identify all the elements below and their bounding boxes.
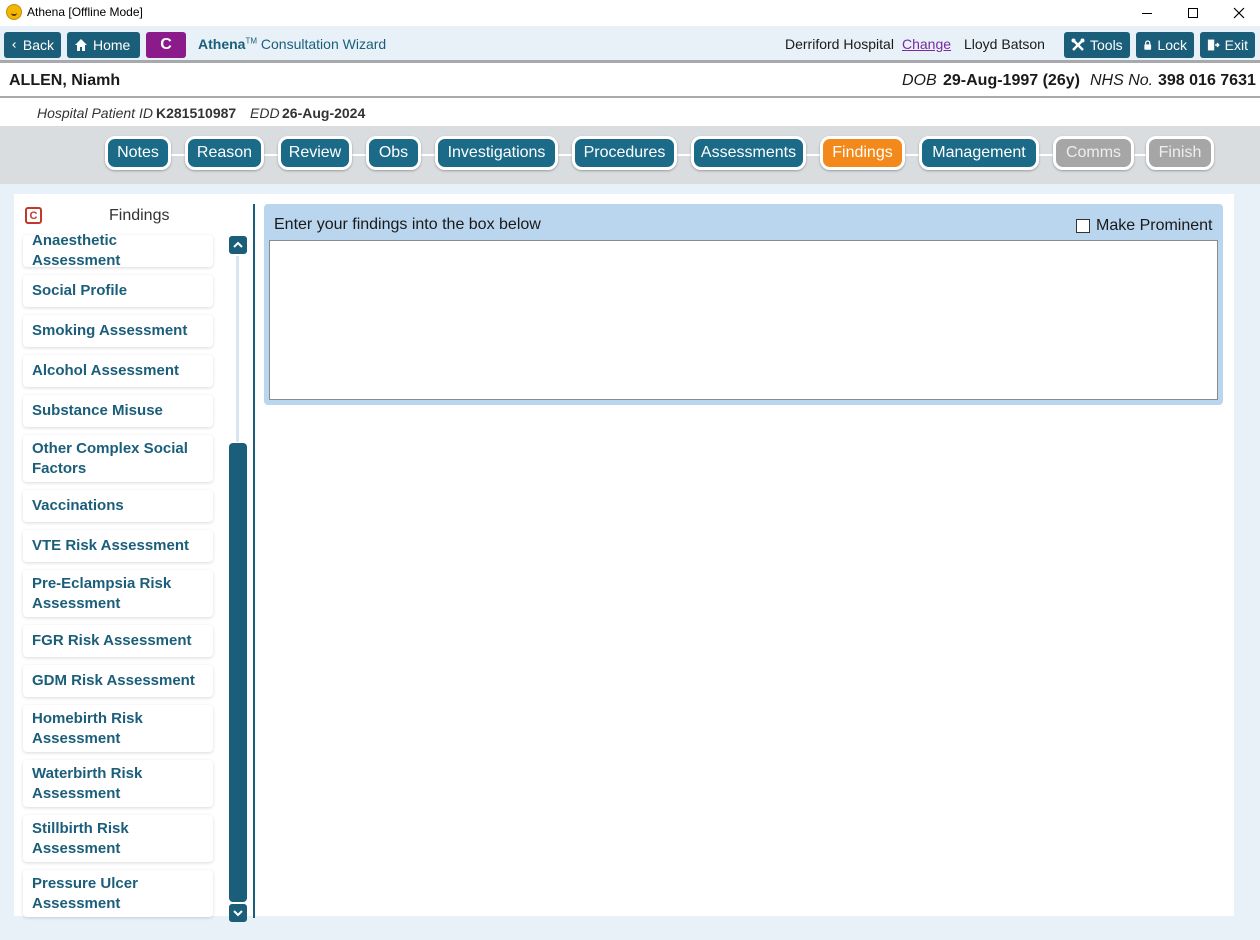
app-subtitle: Consultation Wizard — [260, 36, 387, 52]
lock-label: Lock — [1157, 37, 1187, 53]
maximize-button[interactable] — [1170, 0, 1216, 26]
sidebar-divider — [253, 204, 255, 918]
sidebar-item-vte-risk-assessment[interactable]: VTE Risk Assessment — [23, 530, 213, 562]
make-prominent-checkbox[interactable] — [1076, 219, 1090, 233]
nhs-label: NHS No. — [1090, 72, 1154, 89]
tools-label: Tools — [1090, 37, 1123, 53]
make-prominent-toggle[interactable]: Make Prominent — [1076, 216, 1213, 236]
hospital-id-value: K281510987 — [156, 105, 237, 121]
sidebar-title: Findings — [109, 207, 170, 224]
step-investigations[interactable]: Investigations — [435, 136, 558, 170]
c-label: C — [160, 36, 172, 53]
sidebar-item-pressure-ulcer-assessment[interactable]: Pressure Ulcer Assessment — [23, 870, 213, 917]
sidebar-item-vaccinations[interactable]: Vaccinations — [23, 490, 213, 522]
sidebar-header: C Findings — [25, 206, 205, 226]
app-title: AthenaTM Consultation Wizard — [198, 36, 386, 52]
patient-ids-row: Hospital Patient ID K281510987 EDD 26-Au… — [0, 100, 1260, 126]
sidebar-item-fgr-risk-assessment[interactable]: FGR Risk Assessment — [23, 625, 213, 657]
dob-label: DOB — [902, 72, 937, 89]
step-review[interactable]: Review — [278, 136, 352, 170]
make-prominent-label: Make Prominent — [1096, 217, 1213, 234]
sidebar-item-pre-eclampsia-risk-assessment[interactable]: Pre-Eclampsia Risk Assessment — [23, 570, 213, 617]
app-brand: Athena — [198, 36, 246, 52]
step-obs[interactable]: Obs — [366, 136, 421, 170]
findings-prompt: Enter your findings into the box below — [274, 216, 541, 233]
home-label: Home — [93, 37, 131, 53]
edd-label: EDD — [250, 105, 280, 121]
c-button[interactable]: C — [146, 32, 186, 58]
tools-button[interactable]: Tools — [1064, 32, 1130, 58]
findings-textarea[interactable] — [269, 240, 1218, 400]
top-toolbar: Back Home C AthenaTM Consultation Wizard… — [0, 26, 1260, 63]
hospital-name: Derriford Hospital — [785, 36, 894, 52]
sidebar-item-other-complex-social-factors[interactable]: Other Complex Social Factors — [23, 435, 213, 482]
chevron-down-icon — [233, 910, 243, 917]
step-notes[interactable]: Notes — [105, 136, 171, 170]
window-title: Athena [Offline Mode] — [27, 5, 143, 19]
back-label: Back — [22, 37, 54, 53]
edd-value: 26-Aug-2024 — [282, 105, 366, 121]
sidebar-scroll-thumb[interactable] — [229, 443, 247, 902]
sidebar-item-anaesthetic-assessment[interactable]: Anaesthetic Assessment — [23, 232, 213, 269]
scroll-up-button[interactable] — [229, 236, 247, 254]
step-finish: Finish — [1146, 136, 1214, 170]
exit-icon — [1207, 39, 1220, 51]
patient-name: ALLEN, Niamh — [9, 72, 121, 89]
step-procedures[interactable]: Procedures — [572, 136, 677, 170]
dob-value: 29-Aug-1997 (26y) — [943, 72, 1080, 89]
step-comms: Comms — [1053, 136, 1134, 170]
sidebar-item-gdm-risk-assessment[interactable]: GDM Risk Assessment — [23, 665, 213, 697]
step-assessments[interactable]: Assessments — [691, 136, 806, 170]
lock-button[interactable]: Lock — [1136, 32, 1194, 58]
sidebar-scroll-track[interactable] — [236, 256, 239, 442]
sidebar-item-homebirth-risk-assessment[interactable]: Homebirth Risk Assessment — [23, 705, 213, 752]
wizard-steps: Notes Reason Review Obs Investigations P… — [0, 126, 1260, 184]
home-button[interactable]: Home — [67, 32, 140, 58]
chevron-up-icon — [233, 241, 243, 248]
change-hospital-link[interactable]: Change — [902, 36, 951, 52]
sidebar-item-waterbirth-risk-assessment[interactable]: Waterbirth Risk Assessment — [23, 760, 213, 807]
step-findings[interactable]: Findings — [820, 136, 905, 170]
close-icon — [1233, 7, 1245, 19]
sidebar-item-social-profile[interactable]: Social Profile — [23, 275, 213, 307]
window-title-bar: Athena [Offline Mode] — [0, 0, 1260, 26]
clinical-c-icon[interactable]: C — [25, 207, 42, 224]
trademark-mark: TM — [245, 36, 258, 46]
step-reason[interactable]: Reason — [185, 136, 264, 170]
exit-button[interactable]: Exit — [1200, 32, 1255, 58]
close-button[interactable] — [1216, 0, 1260, 26]
athena-logo-icon — [6, 4, 22, 20]
patient-banner: ALLEN, Niamh DOB 29-Aug-1997 (26y) NHS N… — [0, 66, 1260, 98]
tools-icon — [1071, 38, 1085, 51]
sidebar-item-substance-misuse[interactable]: Substance Misuse — [23, 395, 213, 427]
hospital-id-label: Hospital Patient ID — [37, 105, 153, 121]
minimize-icon — [1142, 12, 1152, 14]
sidebar-item-alcohol-assessment[interactable]: Alcohol Assessment — [23, 355, 213, 387]
maximize-icon — [1188, 8, 1198, 18]
exit-label: Exit — [1224, 37, 1248, 53]
scroll-down-button[interactable] — [229, 904, 247, 922]
step-management[interactable]: Management — [919, 136, 1039, 170]
lock-icon — [1144, 40, 1152, 50]
minimize-button[interactable] — [1124, 0, 1170, 26]
sidebar-item-stillbirth-risk-assessment[interactable]: Stillbirth Risk Assessment — [23, 815, 213, 862]
chevron-left-icon — [12, 42, 16, 48]
nhs-value: 398 016 7631 — [1158, 72, 1256, 89]
user-name: Lloyd Batson — [964, 36, 1045, 52]
home-icon — [75, 39, 87, 51]
back-button[interactable]: Back — [4, 32, 61, 58]
sidebar-item-smoking-assessment[interactable]: Smoking Assessment — [23, 315, 213, 347]
